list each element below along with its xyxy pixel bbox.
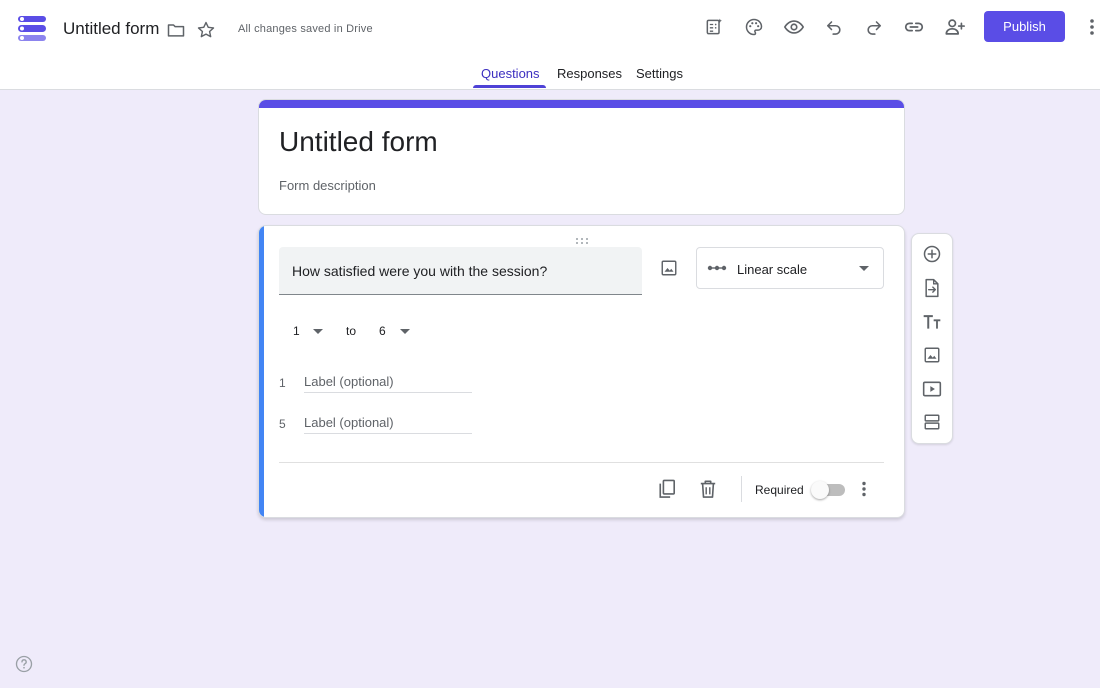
forms-logo-icon[interactable] (16, 14, 48, 44)
active-tab-indicator (473, 85, 546, 88)
question-text: How satisfied were you with the session? (292, 263, 548, 279)
theme-color-strip (259, 100, 904, 108)
add-question-icon[interactable] (921, 243, 943, 265)
scale-min-value[interactable]: 1 (293, 324, 300, 338)
scale-high-label-input[interactable]: Label (optional) (304, 412, 472, 434)
scale-min-chevron-icon[interactable] (313, 329, 323, 334)
form-description-field[interactable]: Form description (279, 178, 376, 193)
active-card-accent (259, 226, 264, 517)
question-title-input[interactable]: How satisfied were you with the session? (279, 247, 642, 295)
add-video-icon[interactable] (921, 378, 943, 400)
required-toggle-knob[interactable] (811, 481, 829, 499)
folder-icon[interactable] (166, 20, 186, 40)
more-vert-icon[interactable] (1083, 16, 1100, 38)
question-type-label: Linear scale (737, 262, 808, 277)
scale-to-label: to (346, 324, 357, 338)
tab-responses[interactable]: Responses (557, 66, 622, 81)
add-image-icon[interactable] (921, 344, 943, 366)
tab-settings[interactable]: Settings (636, 66, 683, 81)
undo-icon[interactable] (823, 16, 845, 38)
top-bar: Untitled form All changes saved in Drive… (0, 0, 1100, 90)
scale-low-number: 1 (279, 376, 286, 390)
link-icon[interactable] (903, 16, 925, 38)
save-status: All changes saved in Drive (238, 23, 373, 35)
footer-separator (741, 476, 742, 502)
floating-toolbar (911, 233, 953, 444)
form-title[interactable]: Untitled form (279, 126, 438, 158)
star-icon[interactable] (196, 20, 216, 40)
palette-icon[interactable] (743, 16, 765, 38)
publish-button[interactable]: Publish (984, 11, 1065, 42)
scale-max-chevron-icon[interactable] (400, 329, 410, 334)
add-collaborator-icon[interactable] (943, 16, 967, 38)
linear-scale-icon (707, 260, 727, 276)
scale-low-label-input[interactable]: Label (optional) (304, 371, 472, 393)
chevron-down-icon (859, 266, 869, 271)
document-title[interactable]: Untitled form (63, 19, 159, 39)
customize-theme-icon[interactable] (703, 16, 725, 38)
question-card[interactable]: How satisfied were you with the session?… (258, 225, 905, 518)
tab-questions[interactable]: Questions (481, 66, 540, 81)
add-title-icon[interactable] (921, 311, 943, 333)
add-section-icon[interactable] (921, 411, 943, 433)
help-icon[interactable] (15, 655, 33, 678)
scale-max-value[interactable]: 6 (379, 324, 386, 338)
question-type-dropdown[interactable]: Linear scale (696, 247, 884, 289)
required-label: Required (755, 483, 804, 497)
redo-icon[interactable] (863, 16, 885, 38)
add-image-icon[interactable] (658, 257, 680, 279)
form-header-card: Untitled form Form description (258, 99, 905, 215)
card-footer-divider (279, 462, 884, 463)
delete-icon[interactable] (697, 477, 719, 501)
scale-high-number: 5 (279, 417, 286, 431)
tab-bar: Questions Responses Settings (0, 62, 1100, 90)
question-more-options-icon[interactable] (855, 478, 873, 500)
duplicate-icon[interactable] (656, 477, 678, 501)
import-questions-icon[interactable] (921, 277, 943, 299)
preview-eye-icon[interactable] (783, 16, 805, 38)
